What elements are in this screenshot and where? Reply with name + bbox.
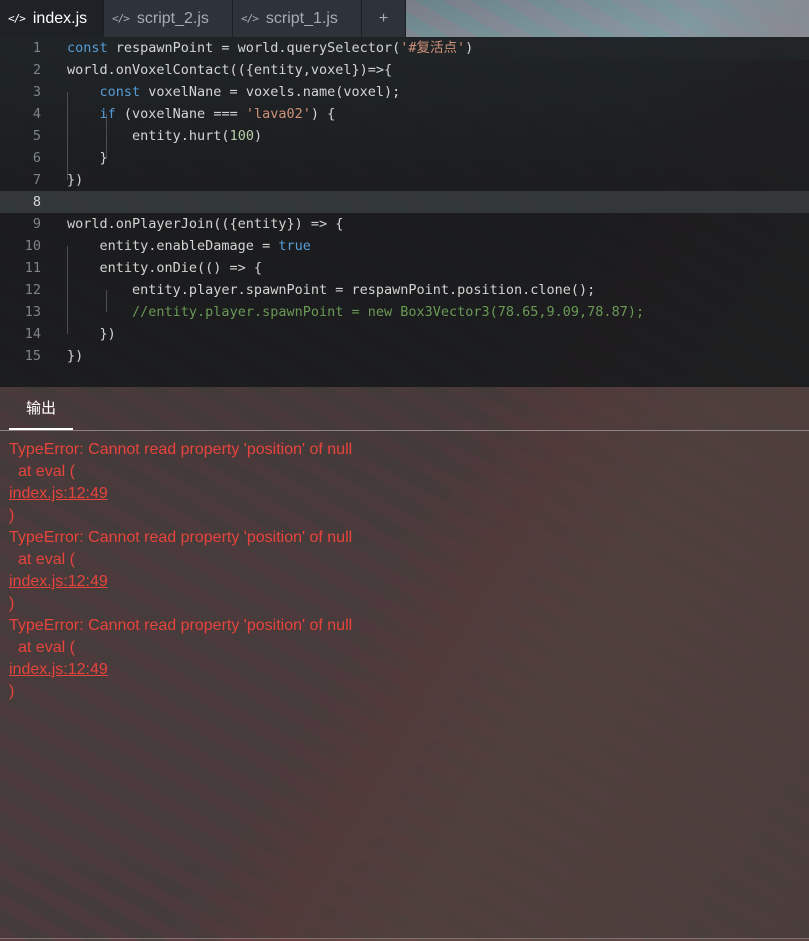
code-icon: </> — [8, 12, 26, 25]
tab-label: script_1.js — [265, 9, 338, 27]
code-text: world.onPlayerJoin(({entity}) => { — [67, 216, 344, 232]
stack-frame: at eval ( — [18, 551, 75, 568]
plus-icon: + — [378, 9, 389, 27]
error-entry: TypeError: Cannot read property 'positio… — [9, 439, 352, 527]
line-number: 12 — [24, 282, 41, 298]
source-link[interactable]: index.js:12:49 — [9, 661, 108, 678]
stack-frame-close: ) — [9, 683, 15, 700]
code-line[interactable]: 4 if (voxelNane === 'lava02') { — [0, 103, 809, 125]
code-line[interactable]: 15}) — [0, 345, 809, 367]
line-number: 10 — [24, 238, 41, 254]
line-number: 2 — [32, 62, 41, 78]
code-text: } — [67, 150, 108, 166]
code-line[interactable]: 7}) — [0, 169, 809, 191]
code-line[interactable]: 2 world.onVoxelContact(({entity,voxel})=>… — [0, 59, 809, 81]
code-icon: </> — [241, 12, 259, 25]
add-tab-button[interactable]: + — [362, 0, 406, 37]
code-line[interactable]: 10 entity.enableDamage = true — [0, 235, 809, 257]
code-text: const voxelNane = voxels.name(voxel); — [99, 84, 401, 100]
tab-output[interactable]: 输出 — [9, 387, 73, 430]
source-link[interactable]: index.js:12:49 — [9, 485, 108, 502]
line-number: 8 — [32, 194, 41, 210]
tab-script-2-js[interactable]: </> script_2.js — [104, 0, 233, 37]
code-line[interactable]: 3 const voxelNane = voxels.name(voxel); — [0, 81, 809, 103]
divider — [0, 938, 809, 939]
line-number: 1 — [32, 40, 41, 56]
code-editor[interactable]: 1 const respawnPoint = world.querySelecto… — [0, 37, 809, 387]
code-line[interactable]: 5 entity.hurt(100) — [0, 125, 809, 147]
line-number: 5 — [32, 128, 41, 144]
error-message: TypeError: Cannot read property 'positio… — [9, 529, 353, 546]
line-number: 11 — [24, 260, 41, 276]
code-text: entity.onDie(() => { — [67, 260, 263, 276]
tab-label: script_2.js — [136, 9, 209, 27]
line-number: 4 — [32, 106, 41, 122]
stack-frame: at eval ( — [18, 463, 75, 480]
code-text: if (voxelNane === 'lava02') { — [99, 106, 336, 122]
code-text: const respawnPoint = world.querySelector… — [67, 40, 474, 56]
code-line[interactable]: 14 }) — [0, 323, 809, 345]
code-text: }) — [67, 348, 84, 364]
code-text: world.onVoxelContact(({entity,voxel})=>{ — [67, 62, 393, 78]
line-number: 6 — [32, 150, 41, 166]
line-number: 13 — [24, 304, 41, 320]
line-number: 15 — [24, 348, 41, 364]
error-entry: TypeError: Cannot read property 'positio… — [9, 615, 352, 703]
code-line[interactable]: 11 entity.onDie(() => { — [0, 257, 809, 279]
tab-label: index.js — [32, 9, 88, 27]
code-icon: </> — [112, 12, 130, 25]
output-panel: 输出 TypeError: Cannot read property 'posi… — [0, 387, 809, 938]
code-line[interactable]: 8 — [0, 191, 809, 213]
tab-index-js[interactable]: </> index.js — [0, 0, 104, 37]
code-line[interactable]: 9 world.onPlayerJoin(({entity}) => { — [0, 213, 809, 235]
error-entry: TypeError: Cannot read property 'positio… — [9, 527, 352, 615]
error-message: TypeError: Cannot read property 'positio… — [9, 617, 353, 634]
tab-script-1-js[interactable]: </> script_1.js — [233, 0, 362, 37]
editor-tab-bar: </> index.js </> script_2.js </> script_… — [0, 0, 406, 37]
error-message: TypeError: Cannot read property 'positio… — [9, 441, 353, 458]
code-line[interactable]: 1 const respawnPoint = world.querySelecto… — [0, 37, 809, 59]
source-link[interactable]: index.js:12:49 — [9, 573, 108, 590]
code-text: entity.hurt(100) — [67, 128, 263, 144]
code-text: //entity.player.spawnPoint = new Box3Vec… — [132, 304, 645, 320]
stack-frame-close: ) — [9, 507, 15, 524]
line-number: 14 — [24, 326, 41, 342]
code-line[interactable]: 6 } — [0, 147, 809, 169]
code-line[interactable]: 12 entity.player.spawnPoint = respawnPoi… — [0, 279, 809, 301]
code-text: }) — [67, 172, 84, 188]
line-number: 9 — [32, 216, 41, 232]
stack-frame: at eval ( — [18, 639, 75, 656]
code-line[interactable]: 13 //entity.player.spawnPoint = new Box3… — [0, 301, 809, 323]
code-text: entity.enableDamage = true — [67, 238, 311, 254]
output-log: TypeError: Cannot read property 'positio… — [9, 439, 352, 703]
code-text: }) — [67, 326, 116, 342]
output-tab-bar: 输出 — [0, 387, 809, 431]
line-number: 7 — [32, 172, 41, 188]
stack-frame-close: ) — [9, 595, 15, 612]
code-text: entity.player.spawnPoint = respawnPoint.… — [67, 282, 596, 298]
line-number: 3 — [32, 84, 41, 100]
